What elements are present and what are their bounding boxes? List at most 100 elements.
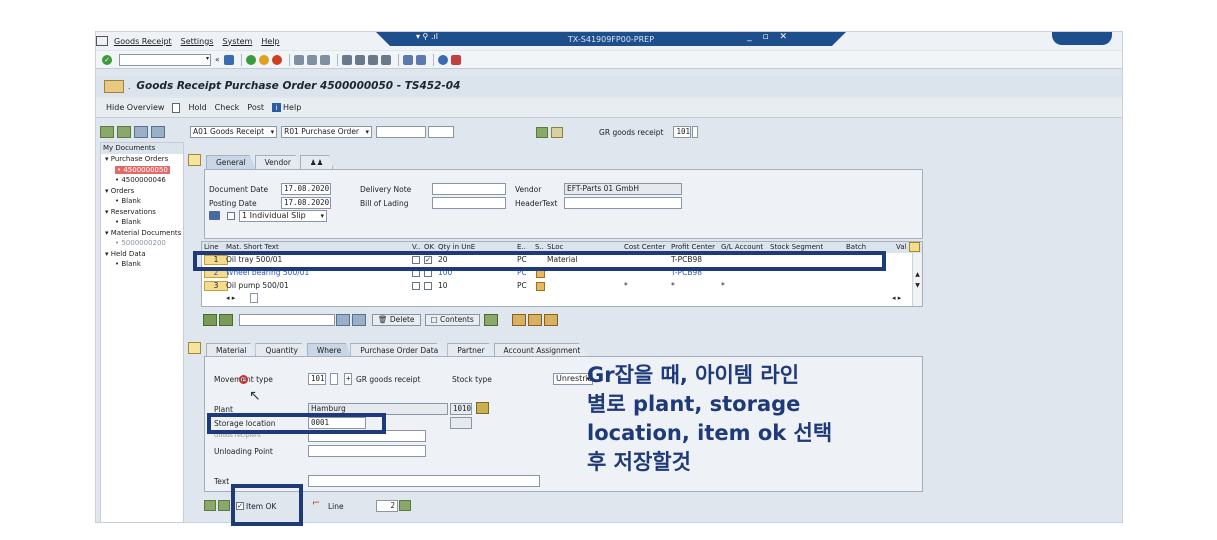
find-icon[interactable] — [306, 54, 317, 65]
unloading-point-input[interactable] — [308, 445, 426, 457]
select-all-icon[interactable] — [203, 314, 217, 326]
print-icon[interactable] — [293, 54, 304, 65]
action-select[interactable]: A01 Goods Receipt — [190, 126, 278, 138]
next-page-icon[interactable] — [367, 54, 378, 65]
col-line[interactable]: Line — [204, 243, 219, 251]
find-item-icon[interactable] — [336, 314, 350, 326]
po-number-input[interactable] — [376, 126, 427, 138]
col-gl-account[interactable]: G/L Account — [721, 243, 763, 251]
contents-button[interactable]: □ Contents — [424, 314, 480, 326]
tab-general[interactable]: General — [206, 155, 256, 169]
tree-item[interactable]: • Blank — [101, 217, 183, 228]
detail-panel-toggle-icon[interactable] — [188, 342, 201, 354]
tree-item[interactable]: • Blank — [101, 196, 183, 207]
prev-page-icon[interactable] — [354, 54, 365, 65]
delivery-note-input[interactable] — [432, 183, 506, 195]
reference-select[interactable]: R01 Purchase Order — [281, 126, 373, 138]
chevron-down-icon[interactable]: ▾ — [206, 55, 209, 62]
hold-button[interactable]: Hold — [188, 103, 206, 112]
tab-partners-icon[interactable]: ♟♟ — [299, 155, 334, 169]
bill-of-lading-input[interactable] — [432, 197, 506, 209]
tree-item[interactable]: • 4500000046 — [101, 175, 183, 186]
find-next-item-icon[interactable] — [352, 314, 366, 326]
go-to-line-icon[interactable] — [399, 500, 411, 511]
horizontal-scroll-left-icon[interactable]: ◂ ▸ — [226, 294, 235, 302]
execute-icon[interactable] — [551, 126, 564, 138]
help-icon[interactable] — [437, 54, 448, 65]
header-panel-toggle-icon[interactable] — [188, 154, 201, 166]
enter-icon[interactable]: ✓ — [102, 54, 112, 65]
split-icon[interactable] — [483, 314, 498, 326]
check-button[interactable]: Check — [215, 103, 240, 112]
expand-tree-icon[interactable] — [100, 126, 114, 138]
column-settings-icon[interactable] — [909, 242, 920, 252]
search-icon[interactable] — [536, 126, 549, 138]
exit-icon[interactable] — [258, 54, 269, 65]
posting-date-input[interactable]: 17.08.2020 — [281, 197, 331, 209]
print-checkbox[interactable] — [227, 212, 235, 220]
item-search-input[interactable] — [239, 314, 335, 326]
col-v[interactable]: V.. — [412, 243, 420, 251]
line-number-cell[interactable]: 3 — [204, 281, 228, 291]
tree-folder[interactable]: ▾ Purchase Orders — [101, 154, 183, 165]
serial-icon[interactable] — [543, 314, 558, 326]
menu-goods-receipt[interactable]: Goods Receipt — [114, 37, 172, 46]
tab-partner[interactable]: Partner — [447, 343, 495, 357]
document-date-input[interactable]: 17.08.2020 — [281, 183, 331, 195]
table-row[interactable]: 3 Oil pump 500/01 10 PC * * * — [202, 280, 922, 293]
movement-type-help-field[interactable] — [330, 373, 338, 385]
plant-address-icon[interactable] — [476, 402, 489, 414]
col-ok[interactable]: OK — [424, 243, 434, 251]
collapse-tree-icon[interactable] — [117, 126, 131, 138]
batch-icon[interactable] — [527, 314, 542, 326]
po-item-input[interactable] — [428, 126, 455, 138]
tree-folder[interactable]: ▾ Reservations — [101, 207, 183, 218]
menu-exit-icon[interactable] — [96, 36, 108, 46]
tree-item[interactable]: • 5000000200 — [101, 238, 183, 249]
header-text-input[interactable] — [564, 197, 682, 209]
col-qty[interactable]: Qty in UnE — [438, 243, 475, 251]
scroll-down-icon[interactable]: ▼ — [913, 282, 922, 289]
slip-select[interactable]: 1 Individual Slip — [239, 210, 327, 222]
horizontal-scroll-right-icon[interactable]: ◂ ▸ — [892, 294, 901, 302]
previous-item-icon[interactable] — [204, 500, 216, 511]
save-icon[interactable] — [223, 54, 234, 65]
tree-item[interactable]: • Blank — [101, 259, 183, 270]
horizontal-scroll-thumb[interactable] — [250, 293, 258, 303]
new-document-icon[interactable] — [172, 102, 181, 113]
scroll-up-icon[interactable]: ▲ — [913, 271, 922, 278]
post-button[interactable]: Post — [247, 103, 264, 112]
layout-icon[interactable] — [450, 54, 461, 65]
sloc-help-icon[interactable] — [536, 282, 545, 291]
help-button[interactable]: Help — [283, 103, 301, 112]
col-stock-segment[interactable]: Stock Segment — [770, 243, 823, 251]
tab-purchase-order-data[interactable]: Purchase Order Data — [350, 343, 449, 357]
col-sloc[interactable]: SLoc — [547, 243, 563, 251]
item-text-input[interactable] — [308, 475, 540, 487]
table-vertical-scrollbar[interactable]: ▲ ▼ — [912, 253, 922, 306]
next-item-icon[interactable] — [218, 500, 230, 511]
shortcut-icon[interactable] — [415, 54, 426, 65]
col-e[interactable]: E.. — [517, 243, 526, 251]
col-batch[interactable]: Batch — [846, 243, 866, 251]
last-page-icon[interactable] — [380, 54, 391, 65]
cancel-icon[interactable] — [271, 54, 282, 65]
v-checkbox[interactable] — [412, 282, 420, 290]
col-val[interactable]: Val — [896, 243, 906, 251]
col-cost-center[interactable]: Cost Center — [624, 243, 665, 251]
find-next-icon[interactable] — [319, 54, 330, 65]
movement-type-help[interactable] — [692, 126, 699, 138]
stock-overview-icon[interactable] — [511, 314, 526, 326]
trash-icon[interactable] — [134, 126, 148, 138]
tab-account-assignment[interactable]: Account Assignment — [493, 343, 591, 357]
deselect-all-icon[interactable] — [219, 314, 233, 326]
tab-quantity[interactable]: Quantity — [255, 343, 308, 357]
tab-where[interactable]: Where — [306, 343, 352, 357]
delete-button[interactable]: 🗑 Delete — [372, 314, 421, 326]
back-icon[interactable] — [245, 54, 256, 65]
item-ok-row-checkbox[interactable] — [424, 282, 432, 290]
menu-help[interactable]: Help — [261, 37, 279, 46]
col-profit-center[interactable]: Profit Center — [671, 243, 715, 251]
collapse-icon[interactable]: « — [215, 55, 220, 64]
col-s[interactable]: S.. — [535, 243, 544, 251]
